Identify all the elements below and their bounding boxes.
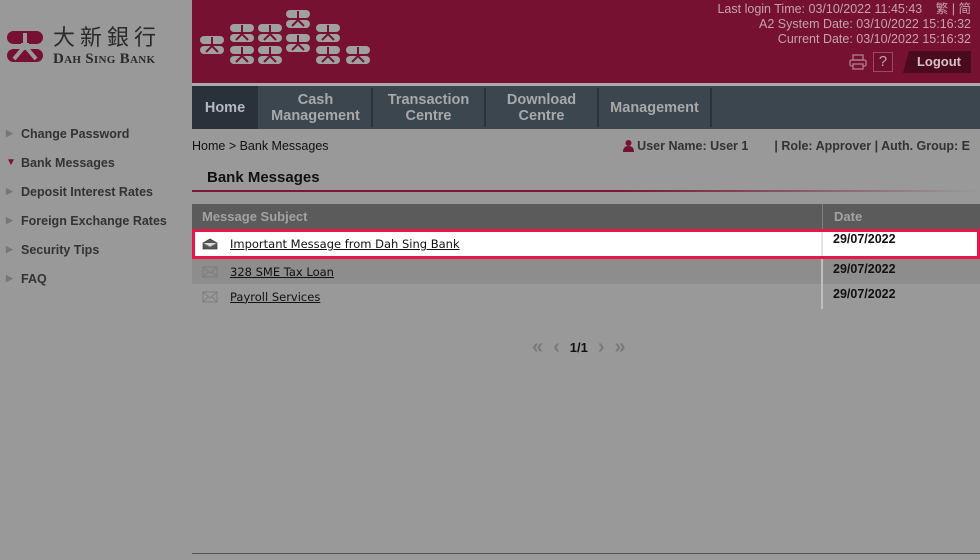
caret-right-icon: ▶	[6, 273, 13, 283]
message-subject-link[interactable]: Important Message from Dah Sing Bank	[230, 237, 460, 251]
envelope-icon	[202, 291, 218, 302]
dah-sing-logo-icon	[7, 31, 43, 62]
table-row[interactable]: 328 SME Tax Loan 29/07/2022	[192, 259, 980, 284]
nav-home-label: Home	[204, 99, 246, 116]
language-switch: 繁 | 简	[936, 2, 971, 16]
sidebar-item-label: Security Tips	[21, 242, 100, 257]
title-divider	[192, 190, 980, 192]
breadcrumb: Home > Bank Messages	[192, 139, 329, 153]
current-date: Current Date: 03/10/2022 15:16:32	[777, 32, 971, 46]
message-subject-link[interactable]: Payroll Services	[230, 290, 320, 304]
caret-right-icon: ▶	[6, 186, 13, 196]
sidebar-item-label: Bank Messages	[21, 155, 115, 170]
messages-table: Message Subject Date Important Message f…	[192, 204, 980, 309]
sidebar-item-label: Change Password	[21, 126, 130, 141]
nav-label-line1: Cash	[297, 91, 334, 108]
user-role-group: | Role: Approver | Auth. Group: E	[774, 139, 970, 153]
lang-separator: |	[951, 2, 955, 16]
logo-english-name: Dah Sing Bank	[53, 51, 156, 67]
table-row[interactable]: Payroll Services 29/07/2022	[192, 284, 980, 309]
nav-management[interactable]: Management	[599, 88, 712, 127]
nav-label-line2: Management	[271, 107, 360, 124]
sidebar-item-security-tips[interactable]: ▶ Security Tips	[0, 235, 190, 264]
message-subject-link[interactable]: 328 SME Tax Loan	[230, 265, 334, 279]
user-info: User Name: User 1 | Role: Approver | Aut…	[623, 139, 970, 153]
help-button[interactable]: ?	[872, 52, 893, 72]
nav-label-line1: Download	[506, 91, 577, 108]
caret-down-icon: ▼	[6, 157, 16, 168]
message-date: 29/07/2022	[833, 232, 896, 246]
column-header-date[interactable]: Date	[823, 204, 862, 229]
table-header: Message Subject Date	[192, 204, 980, 229]
sidebar-item-foreign-exchange-rates[interactable]: ▶ Foreign Exchange Rates	[0, 206, 190, 235]
session-info: Last login Time: 03/10/2022 11:45:43 繁 |…	[717, 2, 971, 47]
nav-cash-management[interactable]: Cash Management	[260, 88, 373, 127]
pagination: « ‹ 1/1 › »	[527, 337, 631, 357]
user-icon	[623, 140, 635, 152]
last-page-icon[interactable]: »	[615, 337, 626, 357]
sidebar-item-change-password[interactable]: ▶ Change Password	[0, 119, 190, 148]
nav-management-label: Management	[610, 99, 699, 116]
logout-button[interactable]: Logout	[902, 51, 971, 73]
sidebar-item-label: FAQ	[21, 271, 47, 286]
decorative-logo-pattern-icon	[200, 10, 370, 64]
printer-icon[interactable]	[849, 54, 867, 70]
nav-label-line2: Centre	[518, 107, 565, 124]
prev-page-icon[interactable]: ‹	[553, 337, 560, 357]
caret-right-icon: ▶	[6, 215, 13, 225]
logo-chinese-name: 大新銀行	[53, 26, 162, 51]
page-indicator: 1/1	[569, 339, 588, 355]
next-page-icon[interactable]: ›	[598, 337, 605, 357]
caret-right-icon: ▶	[6, 128, 13, 138]
envelope-icon	[202, 266, 218, 277]
envelope-open-icon	[202, 238, 218, 250]
message-date: 29/07/2022	[833, 287, 896, 301]
first-page-icon[interactable]: «	[532, 337, 543, 357]
page-title: Bank Messages	[207, 169, 320, 186]
message-date: 29/07/2022	[833, 262, 896, 276]
bank-logo[interactable]: 大新銀行 Dah Sing Bank	[6, 27, 161, 67]
sidebar-item-faq[interactable]: ▶ FAQ	[0, 264, 190, 293]
lang-traditional-link[interactable]: 繁	[936, 2, 949, 16]
header-tools: ? Logout	[849, 51, 971, 73]
nav-label-line2: Centre	[405, 107, 452, 124]
nav-transaction-centre[interactable]: Transaction Centre	[373, 88, 486, 127]
sidebar: ▶ Change Password ▼ Bank Messages ▶ Depo…	[0, 119, 190, 293]
sidebar-item-label: Deposit Interest Rates	[21, 184, 153, 199]
user-name: User Name: User 1	[637, 139, 749, 153]
main-nav: Home Cash Management Transaction Centre Do…	[192, 86, 980, 129]
app-root: 大新銀行 Dah Sing Bank Last login Time: 03/1…	[0, 0, 980, 560]
system-date: A2 System Date: 03/10/2022 15:16:32	[759, 17, 971, 31]
sidebar-item-label: Foreign Exchange Rates	[21, 213, 167, 228]
table-row[interactable]: Important Message from Dah Sing Bank 29/…	[192, 229, 980, 259]
header-banner: Last login Time: 03/10/2022 11:45:43 繁 |…	[192, 0, 980, 83]
caret-right-icon: ▶	[6, 244, 13, 254]
lang-simplified-link[interactable]: 简	[958, 2, 971, 16]
nav-home[interactable]: Home	[192, 86, 260, 129]
sidebar-item-deposit-interest-rates[interactable]: ▶ Deposit Interest Rates	[0, 177, 190, 206]
nav-download-centre[interactable]: Download Centre	[486, 88, 599, 127]
footer-divider	[192, 553, 980, 554]
nav-label-line1: Transaction	[387, 91, 470, 108]
sidebar-item-bank-messages[interactable]: ▼ Bank Messages	[0, 148, 190, 177]
column-header-subject[interactable]: Message Subject	[192, 204, 823, 229]
last-login-time: Last login Time: 03/10/2022 11:45:43	[717, 2, 923, 16]
